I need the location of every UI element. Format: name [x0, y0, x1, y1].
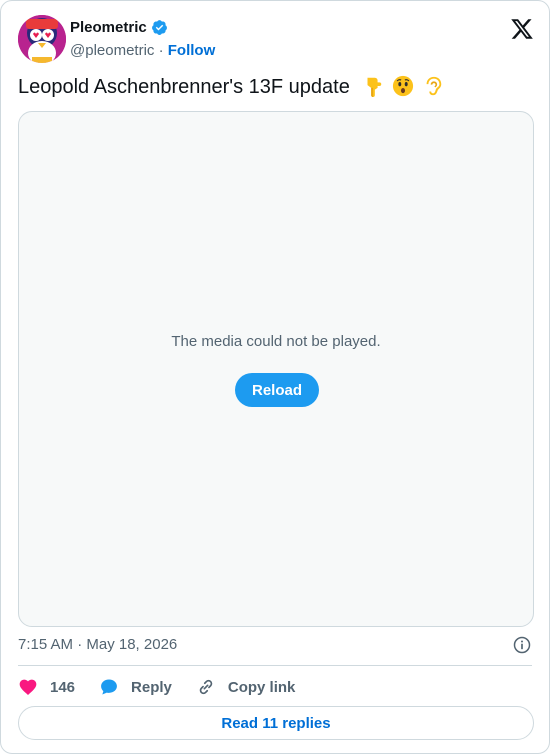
- info-icon[interactable]: [512, 635, 532, 655]
- media-player: The media could not be played. Reload: [18, 111, 534, 627]
- tweet-timestamp[interactable]: 7:15 AM · May 18, 2026: [18, 636, 177, 653]
- read-replies-button[interactable]: Read 11 replies: [18, 706, 534, 740]
- x-logo-icon[interactable]: [510, 17, 534, 41]
- speech-bubble-icon: [101, 679, 117, 695]
- tweet-text-row: Leopold Aschenbrenner's 13F update: [18, 73, 444, 101]
- action-bar: 146 Reply Copy link: [18, 675, 319, 699]
- tweet-header: Pleometric @pleometric · Follow: [18, 15, 534, 63]
- divider: [18, 665, 532, 666]
- embedded-tweet-card: Pleometric @pleometric · Follow Leopold …: [0, 0, 550, 754]
- like-count: 146: [50, 678, 76, 696]
- media-error-message: The media could not be played.: [171, 333, 381, 350]
- author-name[interactable]: Pleometric: [70, 19, 147, 36]
- reply-label: Reply: [131, 678, 172, 696]
- link-icon: [199, 679, 213, 695]
- copy-link-label: Copy link: [227, 678, 296, 696]
- backhand-index-pointing-down-icon: [367, 77, 382, 97]
- author-handle[interactable]: @pleometric: [70, 42, 154, 59]
- handle-separator: ·: [154, 42, 168, 59]
- hushed-face-icon: [392, 75, 414, 97]
- heart-icon: [19, 679, 37, 695]
- like-button[interactable]: 146: [18, 677, 75, 697]
- author-name-row: Pleometric: [70, 19, 168, 36]
- ear-icon: [426, 76, 441, 96]
- avatar[interactable]: [18, 15, 66, 63]
- verified-badge-icon: [151, 20, 167, 35]
- tweet-text: Leopold Aschenbrenner's 13F update: [18, 76, 350, 98]
- author-handle-row: @pleometric · Follow: [70, 42, 215, 59]
- reload-button[interactable]: Reload: [235, 373, 319, 407]
- follow-link[interactable]: Follow: [168, 42, 216, 59]
- reply-button[interactable]: Reply: [99, 677, 172, 697]
- copy-link-button[interactable]: Copy link: [196, 677, 296, 697]
